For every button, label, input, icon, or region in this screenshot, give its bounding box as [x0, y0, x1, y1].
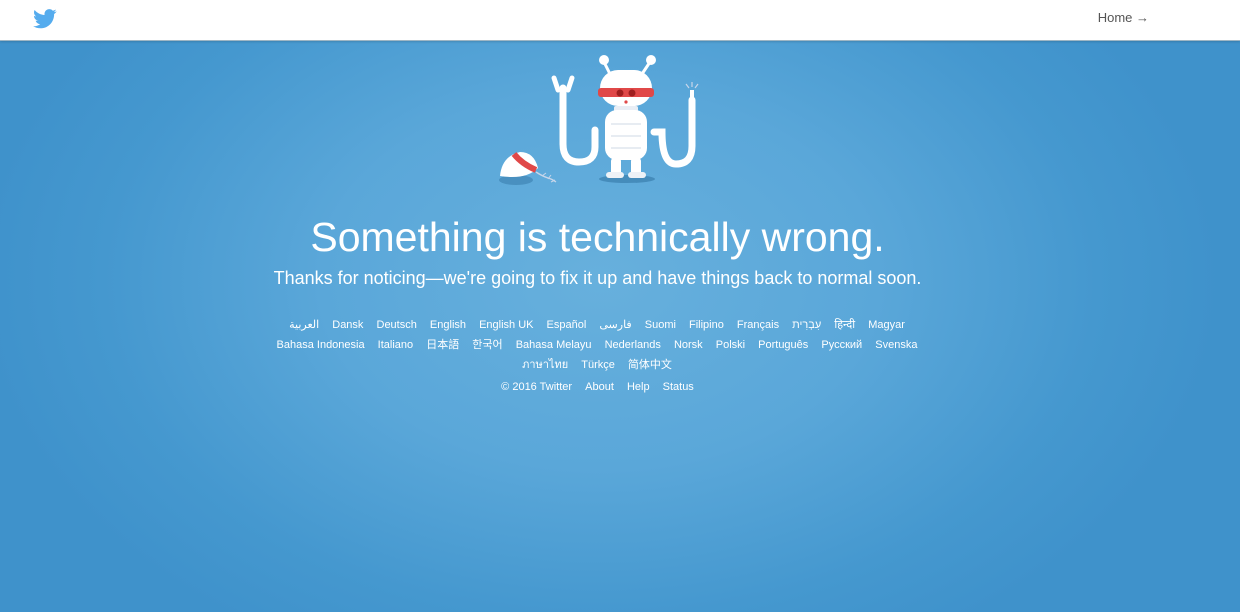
about-link[interactable]: About: [585, 381, 614, 393]
top-bar: Home →: [0, 0, 1240, 41]
language-link-fi[interactable]: Suomi: [645, 319, 676, 331]
language-link-ms[interactable]: Bahasa Melayu: [516, 339, 592, 351]
language-link-pl[interactable]: Polski: [716, 339, 745, 351]
language-link-hi[interactable]: हिन्दी: [834, 319, 855, 331]
language-link-hu[interactable]: Magyar: [868, 319, 905, 331]
language-link-fa[interactable]: فارسی: [599, 319, 631, 331]
language-link-ar[interactable]: العربية: [289, 319, 319, 331]
language-link-ko[interactable]: 한국어: [472, 339, 502, 351]
error-message: Thanks for noticing—we're going to fix i…: [273, 268, 922, 288]
language-link-ja[interactable]: 日本語: [426, 339, 459, 351]
footer: © 2016 Twitter About Help Status: [0, 381, 1195, 393]
language-list: العربية Dansk Deutsch English English UK…: [266, 315, 928, 375]
language-link-tr[interactable]: Türkçe: [581, 359, 615, 371]
language-link-de[interactable]: Deutsch: [377, 319, 417, 331]
language-link-zh-cn[interactable]: 简体中文: [628, 359, 672, 371]
help-link[interactable]: Help: [627, 381, 650, 393]
language-link-pt[interactable]: Português: [758, 339, 808, 351]
home-link[interactable]: Home →: [1098, 10, 1149, 25]
robot-illustration: [499, 55, 699, 185]
language-link-th[interactable]: ภาษาไทย: [522, 359, 568, 371]
status-link[interactable]: Status: [663, 381, 694, 393]
error-title: Something is technically wrong.: [310, 214, 885, 260]
language-link-en[interactable]: English: [430, 319, 466, 331]
language-link-da[interactable]: Dansk: [332, 319, 363, 331]
language-link-fil[interactable]: Filipino: [689, 319, 724, 331]
language-link-no[interactable]: Norsk: [674, 339, 703, 351]
twitter-bird-icon[interactable]: [33, 8, 57, 30]
language-link-he[interactable]: עִבְרִית: [792, 319, 821, 331]
language-link-ru[interactable]: Русский: [821, 339, 862, 351]
language-link-id[interactable]: Bahasa Indonesia: [277, 339, 365, 351]
language-link-en-gb[interactable]: English UK: [479, 319, 533, 331]
language-link-it[interactable]: Italiano: [378, 339, 413, 351]
language-link-nl[interactable]: Nederlands: [605, 339, 661, 351]
copyright: © 2016 Twitter: [501, 381, 573, 393]
language-link-fr[interactable]: Français: [737, 319, 779, 331]
language-link-es[interactable]: Español: [547, 319, 587, 331]
language-link-sv[interactable]: Svenska: [875, 339, 917, 351]
